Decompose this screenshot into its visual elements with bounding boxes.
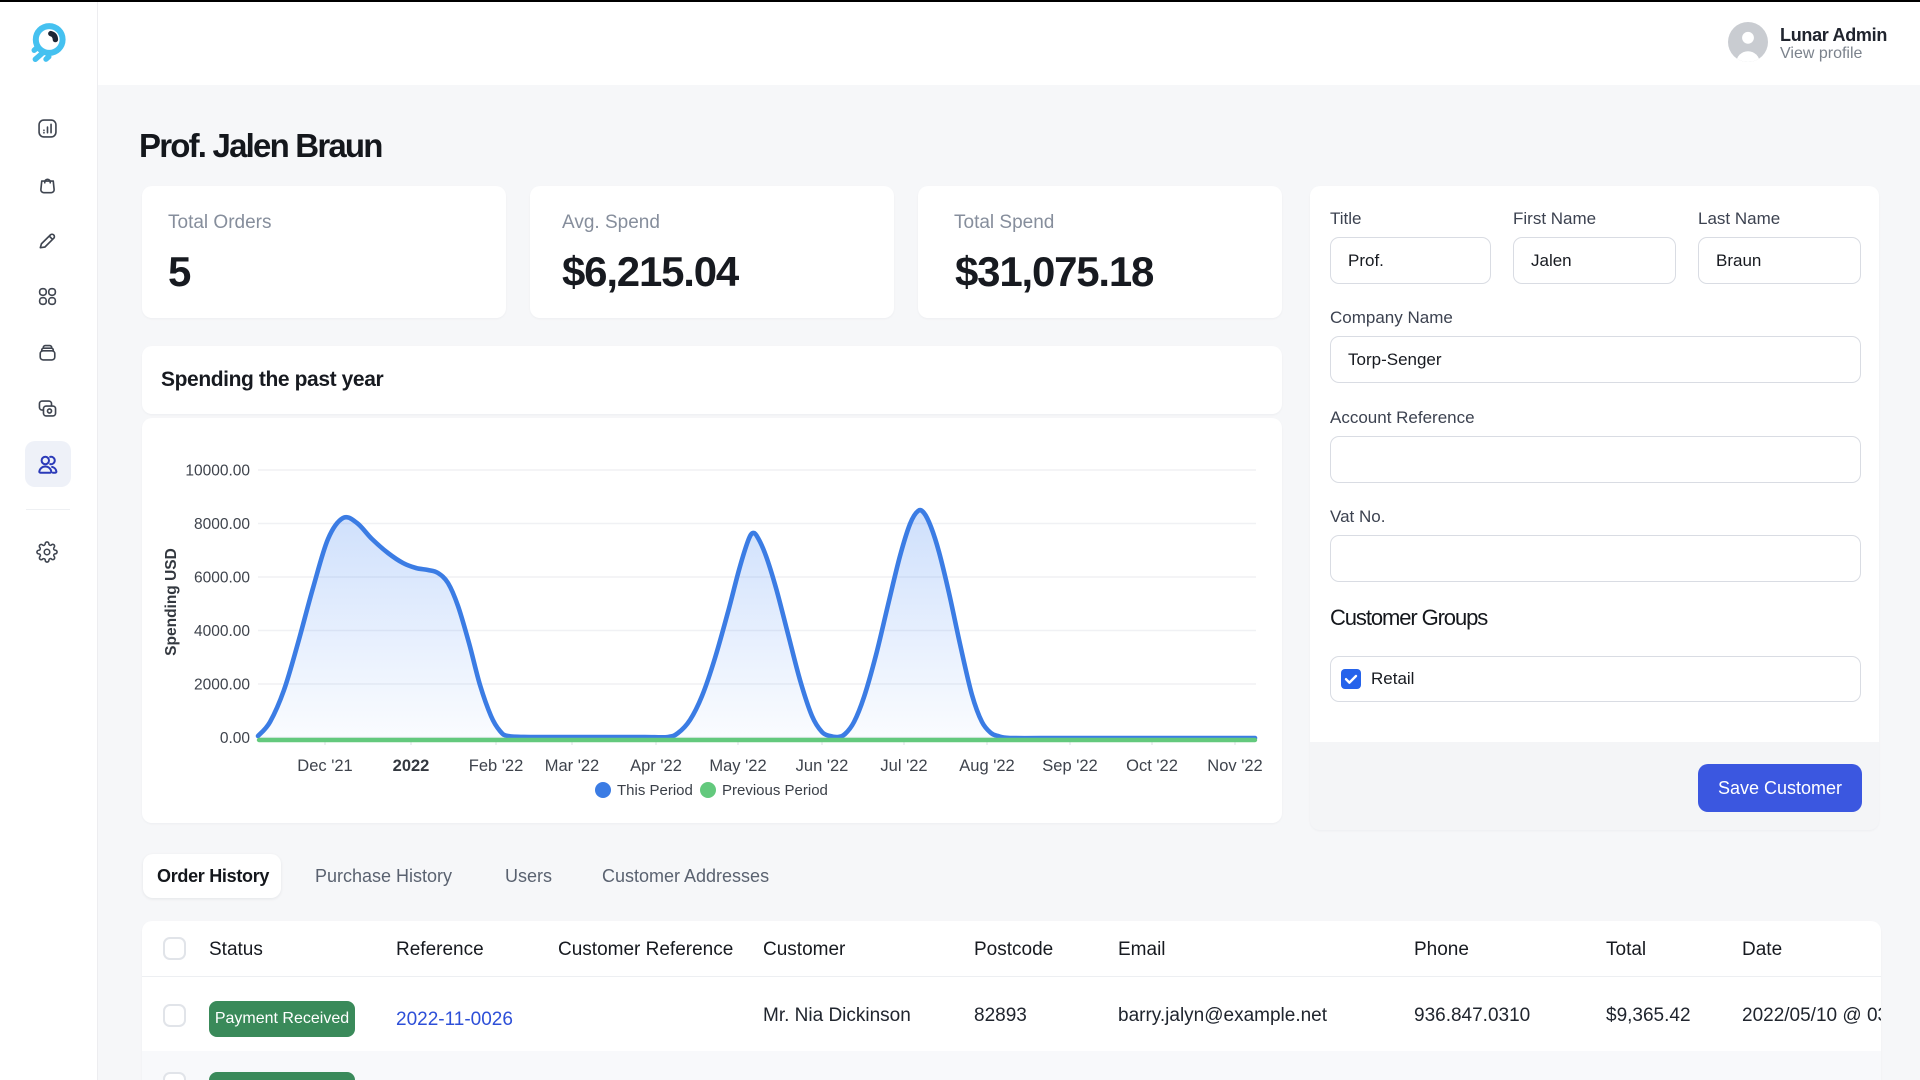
svg-text:Nov '22: Nov '22 [1207, 757, 1262, 775]
svg-text:Previous Period: Previous Period [722, 782, 828, 799]
svg-text:Dec '21: Dec '21 [297, 757, 352, 775]
svg-text:Aug '22: Aug '22 [959, 757, 1014, 775]
svg-text:Apr '22: Apr '22 [630, 757, 682, 775]
svg-text:Oct '22: Oct '22 [1126, 757, 1178, 775]
svg-text:10000.00: 10000.00 [185, 463, 250, 480]
svg-text:2022: 2022 [393, 757, 430, 775]
svg-text:May '22: May '22 [709, 757, 766, 775]
svg-text:Feb '22: Feb '22 [469, 757, 524, 775]
svg-text:Jul '22: Jul '22 [880, 757, 927, 775]
svg-text:Sep '22: Sep '22 [1042, 757, 1097, 775]
svg-text:Spending USD: Spending USD [163, 548, 180, 656]
svg-text:6000.00: 6000.00 [194, 570, 250, 587]
svg-text:8000.00: 8000.00 [194, 516, 250, 533]
svg-text:Jun '22: Jun '22 [796, 757, 849, 775]
svg-text:Mar '22: Mar '22 [545, 757, 600, 775]
svg-text:0.00: 0.00 [220, 730, 251, 747]
svg-text:This Period: This Period [617, 782, 693, 799]
svg-text:4000.00: 4000.00 [194, 623, 250, 640]
svg-text:2000.00: 2000.00 [194, 677, 250, 694]
